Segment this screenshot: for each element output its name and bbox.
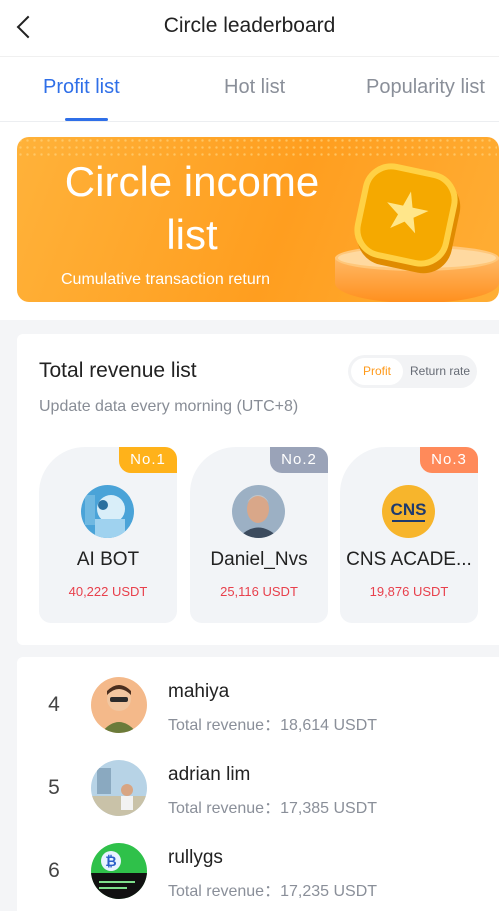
toggle-profit[interactable]: Profit: [351, 358, 403, 385]
rank-badge: No.3: [420, 447, 478, 473]
top-rank-card[interactable]: No.2 Daniel_Nvs 25,116 USDT: [190, 447, 328, 623]
top-rank-value: 25,116 USDT: [220, 584, 298, 599]
metric-toggle: Profit Return rate: [348, 355, 477, 388]
page-title: Circle leaderboard: [163, 14, 336, 37]
member-name: mahiya: [168, 681, 230, 702]
photo-avatar: [91, 760, 147, 816]
man-portrait-avatar: [232, 485, 285, 538]
tab-bar: Profit list Hot list Popularity list: [0, 56, 499, 122]
svg-text:₿: ₿: [105, 854, 116, 870]
svg-text:CNS: CNS: [391, 500, 427, 519]
active-tab-indicator: [65, 118, 108, 121]
revenue-title: Total revenue list: [39, 359, 197, 382]
top-rank-name: Daniel_Nvs: [210, 549, 308, 570]
top-rank-card[interactable]: No.1 AI BOT 40,222 USDT: [39, 447, 177, 623]
rank-number: 5: [48, 776, 60, 799]
cns-logo-avatar: CNS: [382, 485, 435, 538]
member-revenue: Total revenue：17,235 USDT: [168, 883, 378, 900]
member-name: adrian lim: [168, 764, 251, 785]
tab-profit-list[interactable]: Profit list: [43, 76, 120, 99]
top-rank-name: AI BOT: [76, 549, 140, 570]
top-rank-name: CNS ACADE...: [346, 549, 472, 570]
tab-popularity-list[interactable]: Popularity list: [366, 76, 485, 99]
list-item[interactable]: 6 ₿ rullygs Total revenue：17,235 USDT: [17, 831, 499, 911]
rank-badge: No.2: [270, 447, 328, 473]
top-rank-value: 40,222 USDT: [68, 584, 148, 599]
revenue-subtitle: Update data every morning (UTC+8): [39, 398, 299, 415]
tab-hot-list[interactable]: Hot list: [224, 76, 285, 99]
list-item[interactable]: 4 mahiya Total revenue：18,614 USDT: [17, 665, 499, 748]
member-revenue: Total revenue：18,614 USDT: [168, 717, 378, 734]
rank-number: 6: [48, 859, 60, 882]
top-rank-card[interactable]: No.3 CNS CNS ACADE... 19,876 USDT: [340, 447, 478, 623]
member-name: rullygs: [168, 847, 223, 868]
banner-section: Circle income list Cumulative transactio…: [0, 122, 499, 320]
rank-badge: No.1: [119, 447, 177, 473]
cartoon-avatar: [91, 677, 147, 733]
rank-number: 4: [48, 693, 60, 716]
toggle-return-rate[interactable]: Return rate: [406, 358, 474, 385]
top-rank-value: 19,876 USDT: [369, 584, 449, 599]
robot-avatar: [81, 485, 134, 538]
banner-title: Circle income list: [64, 158, 320, 258]
ranking-list: 4 mahiya Total revenue：18,614 USDT 5 adr…: [17, 657, 499, 911]
member-revenue: Total revenue：17,385 USDT: [168, 800, 378, 817]
header-bar: Circle leaderboard: [0, 0, 499, 56]
income-banner[interactable]: Circle income list Cumulative transactio…: [17, 137, 499, 302]
bitcoin-avatar: ₿: [91, 843, 147, 899]
list-item[interactable]: 5 adrian lim Total revenue：17,385 USDT: [17, 748, 499, 831]
total-revenue-card: Total revenue list Update data every mor…: [17, 334, 499, 645]
banner-subtitle: Cumulative transaction return: [61, 271, 270, 288]
